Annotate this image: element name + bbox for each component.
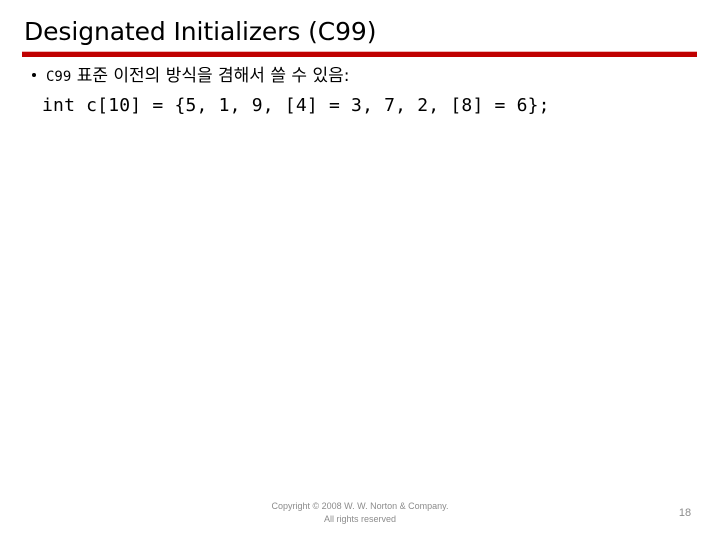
list-item: C99 표준 이전의 방식을 겸해서 쓸 수 있음: (0, 62, 720, 90)
code-block: int c[10] = {5, 1, 9, [4] = 3, 7, 2, [8]… (0, 94, 720, 118)
slide-footer: Copyright © 2008 W. W. Norton & Company.… (0, 500, 720, 526)
page-number: 18 (678, 507, 692, 519)
title-underline-rule (22, 52, 697, 57)
bullet-dot-icon (32, 73, 36, 77)
bullet-item-label: C99 표준 이전의 방식을 겸해서 쓸 수 있음: (46, 62, 349, 91)
bullet-item-text: 표준 이전의 방식을 겸해서 쓸 수 있음: (71, 66, 350, 86)
footer-copyright-line-1: Copyright © 2008 W. W. Norton & Company. (271, 501, 449, 511)
bullet-item-code-prefix: C99 (46, 69, 72, 85)
slide-title-area: Designated Initializers (C99) (0, 0, 720, 58)
code-line: int c[10] = {5, 1, 9, [4] = 3, 7, 2, [8]… (42, 95, 550, 116)
footer-copyright-line-2: All rights reserved (323, 514, 397, 524)
page-title: Designated Initializers (C99) (24, 17, 377, 46)
slide: Designated Initializers (C99) C99 표준 이전의… (0, 0, 720, 540)
slide-body: C99 표준 이전의 방식을 겸해서 쓸 수 있음: int c[10] = {… (0, 62, 720, 118)
